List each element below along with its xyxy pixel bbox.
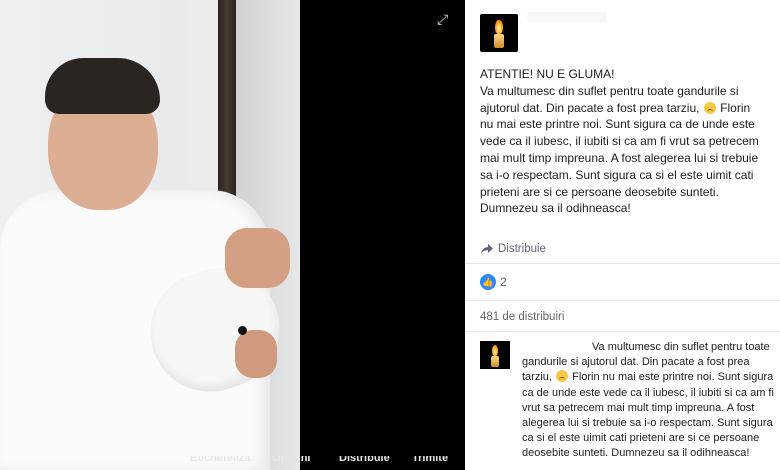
comment-body: Va multumesc din suflet pentru toate gan… — [522, 340, 780, 462]
share-photo-button[interactable]: Distribuie — [339, 456, 390, 464]
post-body: ATENTIE! NU E GLUMA! Va multumesc din su… — [480, 66, 780, 217]
photo-hand — [235, 330, 277, 378]
post-line: ATENTIE! NU E GLUMA! — [480, 67, 615, 81]
like-count: 2 — [500, 275, 507, 289]
post-line: nu mai este printre noi. Sunt sigura ca … — [480, 117, 755, 132]
candle-icon — [494, 34, 504, 48]
post-line: prieteni are si ce persoane deosebite su… — [480, 184, 719, 199]
comment-avatar[interactable] — [480, 341, 510, 369]
comment-line: vrut sa petrecem mai mult timp impreuna.… — [522, 401, 755, 414]
post-photo[interactable] — [0, 0, 300, 470]
comment-line: tarziu, Florin nu mai este printre noi. … — [522, 370, 774, 384]
photo-viewer: ⤢ Etichetează Opțiuni Distribuie Trimite — [0, 0, 465, 470]
comment-line: ca de unde este vede ca il iubesc, il iu… — [522, 386, 774, 399]
comment-line: gandurile si ajutorul dat. Din pacate a … — [522, 356, 750, 369]
post-line: sa i-o respectam. Sunt sigura ca si el e… — [480, 167, 754, 182]
divider — [465, 331, 780, 332]
share-arrow-icon — [480, 243, 494, 255]
comment-line: Va multumesc din suflet pentru toate — [592, 341, 770, 353]
shares-count[interactable]: 481 de distribuiri — [480, 311, 564, 323]
divider — [465, 300, 780, 301]
post-line: Dumnezeu sa il odihneasca! — [480, 201, 631, 216]
photo-action-bar: Etichetează Opțiuni Distribuie Trimite — [0, 456, 465, 470]
photo-fist — [225, 228, 290, 288]
post-sidebar: ATENTIE! NU E GLUMA! Va multumesc din su… — [465, 0, 780, 470]
post-line: vede ca il iubesc, il iubiti si ca am fi… — [480, 134, 759, 149]
photo-cufflink — [238, 326, 247, 335]
post-line: Va multumesc din suflet pentru toate gan… — [480, 83, 739, 98]
share-label: Distribuie — [498, 243, 546, 255]
divider — [465, 263, 780, 264]
author-avatar[interactable] — [480, 14, 518, 52]
post-line: ajutorul dat. Din pacate a fost prea tar… — [480, 100, 751, 115]
options-button[interactable]: Opțiuni — [272, 456, 311, 464]
like-icon: 👍 — [480, 274, 496, 290]
sad-emoji-icon — [556, 370, 569, 383]
photo-hair — [45, 58, 160, 114]
candle-icon — [491, 356, 499, 367]
comment-line: deosebite sunteti. Dumnezeu sa il odihne… — [522, 447, 750, 460]
author-name-blurred — [527, 12, 607, 22]
send-button[interactable]: Trimite — [412, 456, 448, 464]
comment-line: alegerea lui si trebuie sa i-o respectam… — [522, 417, 773, 430]
share-button[interactable]: Distribuie — [480, 240, 546, 258]
sad-emoji-icon — [703, 101, 716, 114]
comment-line: ca si el este uimit cati prieteni are si… — [522, 432, 760, 445]
tag-button[interactable]: Etichetează — [190, 456, 251, 464]
post-line: mai mult timp impreuna. A fost alegerea … — [480, 150, 759, 165]
expand-icon[interactable]: ⤢ — [437, 12, 451, 26]
candle-flame-icon — [495, 20, 503, 34]
reactions-summary[interactable]: 👍 2 — [480, 274, 507, 290]
candle-flame-icon — [492, 345, 498, 356]
